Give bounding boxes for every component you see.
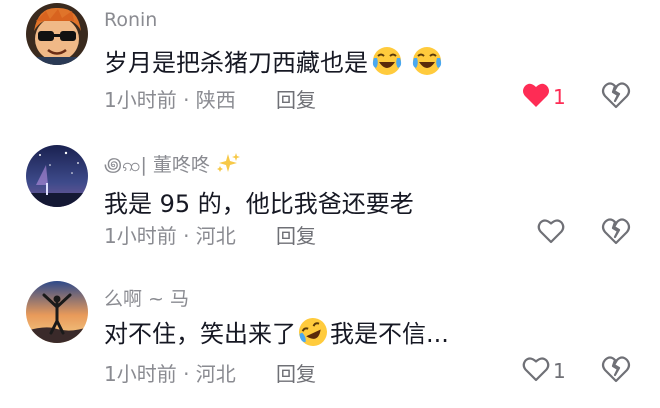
comment-text: 对不住，笑出来了 我是不信...: [104, 314, 449, 349]
sparkles-icon: [216, 152, 240, 179]
comment-item: ꩜ꩡ| 董咚咚 我是 95 的，他比我爸还要老 1小时前 · 河北 回复: [0, 142, 660, 272]
avatar[interactable]: [26, 145, 88, 207]
like-button[interactable]: 1: [522, 356, 566, 386]
comment-meta: 1小时前 · 河北: [104, 362, 236, 386]
broken-heart-icon: [601, 218, 631, 249]
like-count: 1: [553, 85, 566, 109]
reply-button[interactable]: 回复: [276, 84, 316, 113]
comment-item: 么啊 ~ 马 对不住，笑出来了 我是不信... 1小时前 · 河北 回复 1: [0, 278, 660, 408]
rolling-laughing-emoji: [296, 315, 330, 349]
broken-heart-icon: [601, 82, 631, 113]
heart-outline-icon: [537, 218, 565, 248]
comment-text-body: 我是 95 的，他比我爸还要老: [104, 190, 414, 218]
comment-text: 我是 95 的，他比我爸还要老: [104, 184, 414, 219]
like-count: 1: [553, 359, 566, 383]
comment-text-before: 对不住，笑出来了: [104, 320, 296, 348]
comment-text-after: 我是不信...: [330, 320, 449, 348]
dislike-button[interactable]: [601, 355, 631, 387]
username[interactable]: Ronin: [104, 9, 157, 31]
comment-item: Ronin 岁月是把杀猪刀西藏也是 1小时前 · 陕西 回复 1: [0, 0, 660, 130]
reply-button[interactable]: 回复: [276, 220, 316, 249]
comment-text: 岁月是把杀猪刀西藏也是: [104, 43, 444, 78]
comment-text-body: 岁月是把杀猪刀西藏也是: [104, 49, 368, 77]
username-text: ꩜ꩡ| 董咚咚: [104, 154, 210, 176]
tears-of-joy-emoji: [410, 44, 444, 78]
heart-filled-icon: [522, 82, 550, 112]
reply-button[interactable]: 回复: [276, 358, 316, 387]
username[interactable]: 么啊 ~ 马: [104, 284, 189, 311]
dislike-button[interactable]: [601, 217, 631, 249]
heart-outline-icon: [522, 356, 550, 386]
tears-of-joy-emoji: [370, 44, 404, 78]
comment-meta: 1小时前 · 河北: [104, 224, 236, 248]
broken-heart-icon: [601, 356, 631, 387]
like-button[interactable]: [537, 218, 565, 248]
avatar[interactable]: [26, 281, 88, 343]
avatar[interactable]: [26, 3, 88, 65]
like-button[interactable]: 1: [522, 82, 566, 112]
dislike-button[interactable]: [601, 81, 631, 113]
comment-meta: 1小时前 · 陕西: [104, 88, 236, 112]
username[interactable]: ꩜ꩡ| 董咚咚: [104, 150, 240, 181]
